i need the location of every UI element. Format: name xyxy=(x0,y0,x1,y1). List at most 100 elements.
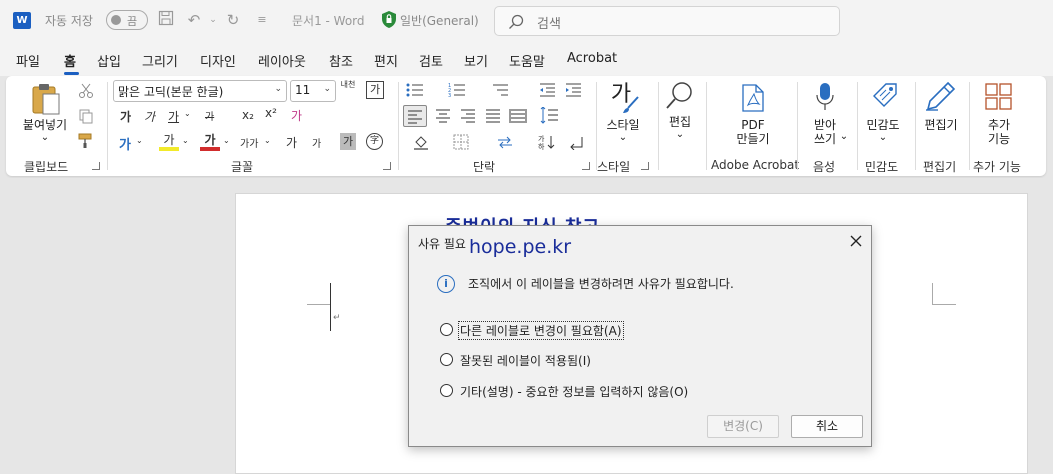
paste-dropdown-icon[interactable]: ⌄ xyxy=(40,131,50,145)
copy-icon[interactable] xyxy=(78,108,94,124)
show-formatting-marks-icon[interactable] xyxy=(568,134,584,150)
font-name-select[interactable]: 맑은 고딕(본문 한글) ⌄ xyxy=(113,80,287,102)
svg-text:하: 하 xyxy=(538,142,545,150)
tab-layout[interactable]: 레이아웃 xyxy=(258,51,306,70)
redo-icon[interactable]: ↻ xyxy=(223,10,243,30)
bold-button[interactable]: 가 xyxy=(120,108,131,125)
editor-label[interactable]: 편집기 xyxy=(916,118,966,132)
decrease-indent-icon[interactable] xyxy=(538,82,556,98)
strikethrough-button[interactable]: 가 xyxy=(205,108,214,123)
tab-help[interactable]: 도움말 xyxy=(509,51,545,70)
autosave-toggle[interactable]: 끔 xyxy=(106,10,148,30)
subscript-button[interactable]: x₂ xyxy=(242,108,254,122)
tab-acrobat[interactable]: Acrobat xyxy=(567,51,617,66)
align-center-icon[interactable] xyxy=(434,107,452,125)
find-icon[interactable] xyxy=(665,80,695,112)
close-icon[interactable] xyxy=(849,234,863,248)
distributed-icon[interactable] xyxy=(509,107,527,125)
line-spacing-icon[interactable] xyxy=(538,107,560,125)
numbering-icon[interactable]: 123 xyxy=(448,82,466,98)
reason-option-label[interactable]: 기타(설명) - 중요한 정보를 입력하지 않음(O) xyxy=(459,383,689,400)
align-right-icon[interactable] xyxy=(459,107,477,125)
paste-label[interactable]: 붙여넣기 xyxy=(20,118,70,132)
save-icon[interactable] xyxy=(156,10,176,30)
radio-button[interactable] xyxy=(440,323,453,336)
tab-mailings[interactable]: 편지 xyxy=(374,51,398,70)
superscript-button[interactable]: x² xyxy=(265,106,277,120)
justify-icon[interactable] xyxy=(484,107,502,125)
radio-button[interactable] xyxy=(440,353,453,366)
reason-option-label[interactable]: 다른 레이블로 변경이 필요함(A) xyxy=(458,321,624,340)
addins-grid-icon[interactable] xyxy=(985,83,1012,110)
tab-home[interactable]: 홈 xyxy=(64,51,76,70)
text-direction-icon[interactable] xyxy=(496,134,514,150)
cut-icon[interactable] xyxy=(78,83,94,99)
chevron-down-icon[interactable]: ⌄ xyxy=(182,136,189,145)
create-pdf-label-1[interactable]: PDF xyxy=(728,118,778,132)
chevron-down-icon[interactable]: ⌄ xyxy=(223,136,230,145)
editing-label[interactable]: 편집 xyxy=(662,115,698,129)
chevron-down-icon[interactable]: ⌄ xyxy=(618,131,628,145)
search-input[interactable]: 검색 xyxy=(494,6,840,36)
create-pdf-icon[interactable] xyxy=(740,84,766,112)
change-button[interactable]: 변경(C) xyxy=(707,415,779,438)
align-left-button[interactable] xyxy=(403,105,427,127)
character-shading-button[interactable]: 가 xyxy=(340,133,356,150)
increase-indent-icon[interactable] xyxy=(564,82,582,98)
styles-launcher-icon[interactable] xyxy=(641,162,649,170)
undo-dropdown-icon[interactable]: ⌄ xyxy=(203,10,223,30)
dictate-microphone-icon[interactable] xyxy=(815,82,835,112)
grow-font-button[interactable]: 가 xyxy=(286,134,297,151)
chevron-down-icon[interactable]: ⌄ xyxy=(264,136,271,145)
addins-label-1[interactable]: 추가 xyxy=(974,118,1024,132)
chevron-down-icon[interactable]: ⌄ xyxy=(839,130,849,144)
phonetic-guide-button[interactable]: 내천 xyxy=(340,80,356,89)
undo-icon[interactable]: ↶ xyxy=(184,10,204,30)
underline-button[interactable]: 가 xyxy=(168,108,179,125)
format-painter-icon[interactable] xyxy=(78,133,94,149)
multilevel-list-icon[interactable] xyxy=(491,82,509,98)
highlight-color-button[interactable]: 가 xyxy=(159,133,179,151)
sensitivity-button-label[interactable]: 민감도 xyxy=(858,118,908,132)
customize-qat-icon[interactable]: ≡ xyxy=(252,10,272,30)
styles-label[interactable]: 스타일 xyxy=(598,118,648,132)
italic-button[interactable]: 가 xyxy=(144,108,155,125)
borders-icon[interactable] xyxy=(453,134,469,150)
tab-review[interactable]: 검토 xyxy=(419,51,443,70)
editor-pen-icon[interactable] xyxy=(924,81,956,111)
chevron-down-icon[interactable]: ⌄ xyxy=(136,136,143,145)
shrink-font-button[interactable]: 가 xyxy=(312,135,321,150)
chevron-down-icon[interactable]: ⌄ xyxy=(184,109,191,118)
tab-references[interactable]: 참조 xyxy=(329,51,353,70)
reason-option-label[interactable]: 잘못된 레이블이 적용됨(I) xyxy=(459,352,592,369)
char-spacing-button[interactable]: 가가 xyxy=(240,135,258,150)
character-border-button[interactable]: 가 xyxy=(366,81,384,99)
bullets-icon[interactable] xyxy=(406,82,424,98)
addins-label-2[interactable]: 기능 xyxy=(974,132,1024,146)
enclose-characters-button[interactable]: 字 xyxy=(366,133,383,150)
sensitivity-shield-icon[interactable] xyxy=(381,10,397,29)
clear-formatting-button[interactable]: 가 xyxy=(291,107,302,124)
clipboard-launcher-icon[interactable] xyxy=(92,162,100,170)
font-size-select[interactable]: 11 ⌄ xyxy=(290,80,336,102)
font-size-value: 11 xyxy=(295,83,311,97)
sensitivity-label[interactable]: 일반(General) xyxy=(400,12,479,29)
tab-view[interactable]: 보기 xyxy=(464,51,488,70)
text-effects-button[interactable]: 가 xyxy=(119,134,131,153)
sort-icon[interactable]: 가하 xyxy=(538,134,556,150)
tab-draw[interactable]: 그리기 xyxy=(142,51,178,70)
tab-design[interactable]: 디자인 xyxy=(200,51,236,70)
paragraph-launcher-icon[interactable] xyxy=(582,162,590,170)
cancel-button[interactable]: 취소 xyxy=(791,415,863,438)
font-launcher-icon[interactable] xyxy=(383,162,391,170)
create-pdf-label-2[interactable]: 만들기 xyxy=(728,132,778,146)
chevron-down-icon[interactable]: ⌄ xyxy=(675,128,685,142)
chevron-down-icon[interactable]: ⌄ xyxy=(878,131,888,145)
radio-button[interactable] xyxy=(440,384,453,397)
tab-file[interactable]: 파일 xyxy=(16,51,40,70)
paste-icon[interactable] xyxy=(30,82,62,116)
tab-insert[interactable]: 삽입 xyxy=(97,51,121,70)
shading-icon[interactable] xyxy=(413,134,433,150)
font-color-button[interactable]: 가 xyxy=(200,133,220,151)
sensitivity-label-icon[interactable] xyxy=(872,82,898,110)
